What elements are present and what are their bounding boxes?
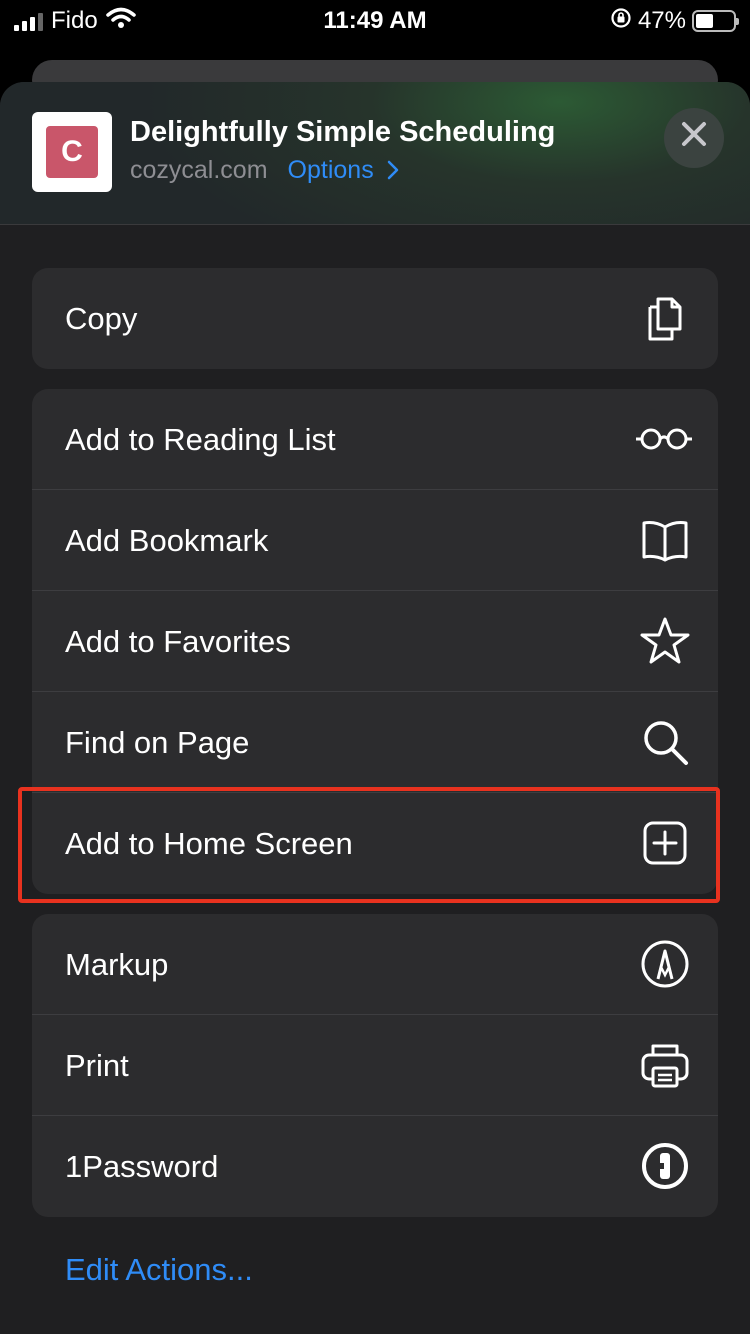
share-sheet-header: C Delightfully Simple Scheduling cozycal… xyxy=(0,82,750,225)
action-copy[interactable]: Copy xyxy=(32,268,718,369)
options-link[interactable]: Options xyxy=(288,156,399,185)
action-find-on-page[interactable]: Find on Page xyxy=(32,692,718,793)
action-print[interactable]: Print xyxy=(32,1015,718,1116)
site-icon: C xyxy=(32,112,112,192)
options-label: Options xyxy=(287,156,374,184)
glasses-icon xyxy=(634,414,694,464)
action-label: Add Bookmark xyxy=(65,523,269,558)
action-label: 1Password xyxy=(65,1149,219,1184)
action-label: Copy xyxy=(65,301,138,336)
action-label: Print xyxy=(65,1048,129,1083)
action-group-tools: Markup Print 1Password xyxy=(32,914,718,1217)
action-add-bookmark[interactable]: Add Bookmark xyxy=(32,490,718,591)
markup-icon xyxy=(640,939,690,989)
onepassword-icon xyxy=(640,1141,690,1191)
site-title: Delightfully Simple Scheduling xyxy=(130,116,556,148)
action-label: Add to Favorites xyxy=(65,624,291,659)
action-add-to-reading-list[interactable]: Add to Reading List xyxy=(32,389,718,490)
site-icon-letter: C xyxy=(46,126,98,178)
action-1password[interactable]: 1Password xyxy=(32,1116,718,1217)
battery-icon xyxy=(692,10,739,32)
book-icon xyxy=(640,515,690,565)
action-label: Find on Page xyxy=(65,725,250,760)
close-button[interactable] xyxy=(664,108,724,168)
edit-actions-link[interactable]: Edit Actions... xyxy=(65,1252,253,1288)
printer-icon xyxy=(640,1040,690,1090)
chevron-right-icon xyxy=(381,156,399,184)
action-markup[interactable]: Markup xyxy=(32,914,718,1015)
battery-percent: 47% xyxy=(637,7,686,34)
star-icon xyxy=(640,616,690,666)
status-bar: Fido 11:49 AM 47% xyxy=(0,0,750,44)
close-icon xyxy=(681,121,707,155)
orientation-lock-icon xyxy=(610,7,632,36)
site-domain: cozycal.com xyxy=(130,156,268,184)
highlight-annotation xyxy=(18,787,720,903)
action-add-to-favorites[interactable]: Add to Favorites xyxy=(32,591,718,692)
copy-icon xyxy=(640,293,690,343)
search-icon xyxy=(640,717,690,767)
action-group-copy: Copy xyxy=(32,268,718,369)
action-label: Markup xyxy=(65,947,169,982)
action-label: Add to Reading List xyxy=(65,422,336,457)
